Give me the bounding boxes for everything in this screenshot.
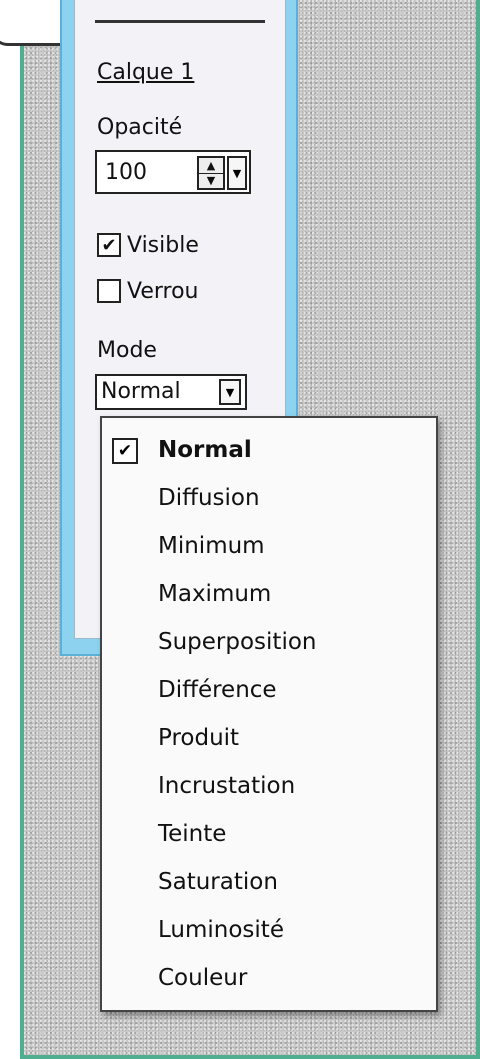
menu-item-produit[interactable]: Produit [102,714,436,762]
lock-checkbox[interactable] [97,279,121,303]
lock-label: Verrou [127,278,199,304]
menu-item-label: Luminosité [158,917,284,943]
menu-item-label: Différence [158,677,277,703]
mode-select[interactable]: Normal ▼ [95,374,247,410]
opacity-stepper[interactable]: 100 ▲ ▼ ▼ [95,150,251,194]
layer-name[interactable]: Calque 1 [97,60,194,85]
mode-selected-value: Normal [101,379,181,404]
triangle-up-icon[interactable]: ▲ [199,158,223,174]
menu-item-label: Produit [158,725,240,751]
visible-label: Visible [127,232,199,258]
opacity-value[interactable]: 100 [105,160,147,185]
menu-item-teinte[interactable]: Teinte [102,810,436,858]
menu-item-label: Diffusion [158,485,260,511]
menu-item-label: Incrustation [158,773,296,799]
menu-item-label: Superposition [158,629,317,655]
menu-item-diffusion[interactable]: Diffusion [102,474,436,522]
menu-item-label: Minimum [158,533,265,559]
divider [95,20,265,23]
blend-mode-dropdown-menu: ✔ Normal Diffusion Minimum Maximum Super… [100,416,438,1012]
visible-checkbox[interactable]: ✔ [97,233,121,257]
menu-item-normal[interactable]: ✔ Normal [102,426,436,474]
menu-item-maximum[interactable]: Maximum [102,570,436,618]
menu-item-luminosite[interactable]: Luminosité [102,906,436,954]
menu-item-difference[interactable]: Différence [102,666,436,714]
mode-label: Mode [97,338,157,363]
menu-item-label: Saturation [158,869,278,895]
opacity-label: Opacité [97,115,183,140]
menu-item-couleur[interactable]: Couleur [102,954,436,1002]
visible-checkbox-row[interactable]: ✔ Visible [97,230,199,260]
menu-item-saturation[interactable]: Saturation [102,858,436,906]
checkmark-icon: ✔ [101,234,117,256]
menu-item-incrustation[interactable]: Incrustation [102,762,436,810]
menu-item-label: Couleur [158,965,248,991]
menu-item-label: Teinte [158,821,227,847]
chevron-down-icon[interactable]: ▼ [219,379,241,405]
menu-item-minimum[interactable]: Minimum [102,522,436,570]
menu-item-label: Maximum [158,581,272,607]
lock-checkbox-row[interactable]: Verrou [97,276,199,306]
menu-item-label: Normal [158,437,252,463]
chevron-down-icon[interactable]: ▼ [227,156,247,190]
opacity-spin-buttons[interactable]: ▲ ▼ [197,156,225,190]
menu-item-superposition[interactable]: Superposition [102,618,436,666]
checkmark-icon: ✔ [112,438,138,464]
triangle-down-icon[interactable]: ▼ [199,173,223,188]
